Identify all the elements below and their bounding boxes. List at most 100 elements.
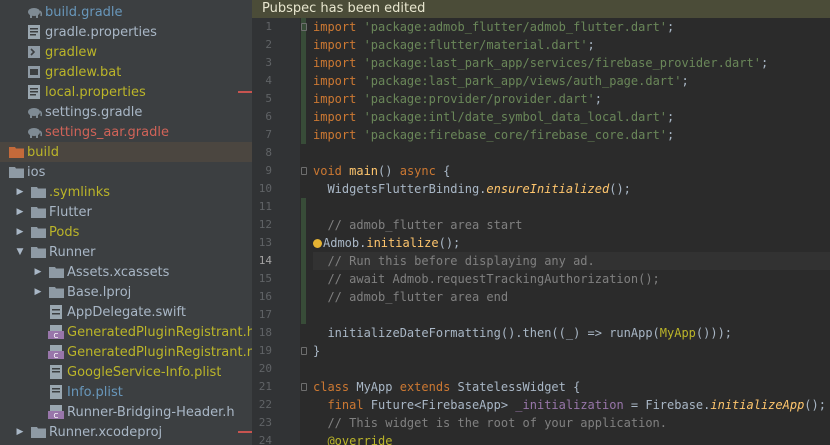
code-token: } [313,344,321,358]
code-line[interactable]: // admob_flutter area start [313,216,830,234]
code-token: async [399,164,444,178]
folder-icon [30,425,46,439]
chevron-right-icon[interactable]: ▶ [32,267,44,277]
line-number: 5 [265,92,272,105]
code-token: @override [313,434,393,445]
fold-marker-icon[interactable] [301,167,307,175]
code-line[interactable]: import 'package:last_park_app/services/f… [313,54,830,72]
line-number: 1 [265,20,272,33]
code-line[interactable]: void main() async { [313,162,830,180]
tree-item-flutter[interactable]: ▶ Flutter [0,202,252,222]
code-line[interactable]: initializeDateFormatting().then((_) => r… [313,324,830,342]
tree-item-label: gradle.properties [45,24,157,40]
code-line[interactable]: import 'package:flutter/material.dart'; [313,36,830,54]
code-line[interactable]: class MyApp extends StatelessWidget { [313,378,830,396]
tree-item-base-lproj[interactable]: ▶ Base.lproj [0,282,252,302]
code-token: 'package:intl/date_symbol_data_local.dar… [363,110,668,124]
tree-item-local-properties[interactable]: local.properties [0,82,252,102]
line-number: 6 [265,110,272,123]
code-token: 'package:last_park_app/views/auth_page.d… [363,74,682,88]
folder-icon [30,185,46,199]
folder-icon [8,165,24,179]
code-line[interactable]: import 'package:admob_flutter/admob_flut… [313,18,830,36]
tree-item-gradlew-bat[interactable]: gradlew.bat [0,62,252,82]
tree-item-build[interactable]: build [0,142,252,162]
tree-item-gradlew[interactable]: gradlew [0,42,252,62]
chevron-right-icon[interactable]: ▶ [32,287,44,297]
code-line[interactable]: // admob_flutter area end [313,288,830,306]
tree-item-generatedpluginregistrant-h[interactable]: C GeneratedPluginRegistrant.h [0,322,252,342]
code-line[interactable] [313,198,830,216]
code-token: // Run this before displaying any ad. [313,254,595,268]
tree-item-label: Runner.xcodeproj [49,424,163,440]
code-token: WidgetsFlutterBinding. [313,182,487,196]
tree-item-runner-xcodeproj[interactable]: ▶ Runner.xcodeproj [0,422,252,442]
code-line[interactable]: final Future<FirebaseApp> _initializatio… [313,396,830,414]
code-line[interactable] [313,144,830,162]
code-line[interactable]: } [313,342,830,360]
code-line[interactable]: // This widget is the root of your appli… [313,414,830,432]
tree-item-build-gradle[interactable]: build.gradle [0,2,252,22]
code-line[interactable]: import 'package:provider/provider.dart'; [313,90,830,108]
lightbulb-icon[interactable] [313,239,322,248]
fold-marker-icon[interactable] [301,383,307,391]
code-line[interactable] [313,360,830,378]
code-token: (); [609,182,631,196]
tree-item-runner-bridging-header-h[interactable]: C Runner-Bridging-Header.h [0,402,252,422]
batch-file-icon [26,65,42,79]
code-line[interactable]: import 'package:intl/date_symbol_data_lo… [313,108,830,126]
code-token: 'package:provider/provider.dart' [363,92,595,106]
code-line[interactable]: WidgetsFlutterBinding.ensureInitialized(… [313,180,830,198]
tree-item-gradle-properties[interactable]: gradle.properties [0,22,252,42]
tree-item-info-plist[interactable]: Info.plist [0,382,252,402]
tree-item-settings-aar-gradle[interactable]: settings_aar.gradle [0,122,252,142]
tree-item-assets-xcassets[interactable]: ▶ Assets.xcassets [0,262,252,282]
code-token: import [313,56,364,70]
chevron-right-icon[interactable]: ▶ [14,227,26,237]
code-token: import [313,38,364,52]
folder-icon [30,225,46,239]
tree-item-label: AppDelegate.swift [67,304,186,320]
code-token: main [349,164,379,178]
code-line[interactable]: import 'package:firebase_core/firebase_c… [313,126,830,144]
chevron-right-icon[interactable]: ▶ [14,187,26,197]
tree-item-settings-gradle[interactable]: settings.gradle [0,102,252,122]
tree-item-appdelegate-swift[interactable]: AppDelegate.swift [0,302,252,322]
code-line[interactable]: import 'package:last_park_app/views/auth… [313,72,830,90]
tree-item-ios[interactable]: ios [0,162,252,182]
tree-item-pods[interactable]: ▶ Pods [0,222,252,242]
code-line[interactable]: // await Admob.requestTrackingAuthorizat… [313,270,830,288]
code-token: final [313,398,371,412]
fold-marker-icon[interactable] [301,347,307,355]
tree-item-symlinks[interactable]: ▶ .symlinks [0,182,252,202]
project-tree-panel[interactable]: build.gradle gradle.properties gradlew grad… [0,0,252,445]
code-line[interactable]: @override [313,432,830,445]
code-editor[interactable]: Pubspec has been edited 1 2 3 4 5 6 7 8 9 10 11 12 1… [252,0,830,445]
tree-item-label: Base.lproj [67,284,132,300]
line-number: 16 [258,290,272,303]
tree-item-runner[interactable]: ▼ Runner [0,242,252,262]
tree-item-generatedpluginregistrant-m[interactable]: C GeneratedPluginRegistrant.m [0,342,252,362]
code-line[interactable]: // Run this before displaying any ad. [313,252,830,270]
chevron-right-icon[interactable]: ▶ [14,207,26,217]
code-token: () [378,164,400,178]
line-number: 8 [265,146,272,159]
tree-item-googleservice-info-plist[interactable]: GoogleService-Info.plist [0,362,252,382]
vcs-change-marker[interactable] [301,198,306,324]
error-marker [238,431,252,433]
code-token: import [313,128,364,142]
c-header-file-icon: C [48,325,64,339]
fold-marker-icon[interactable] [301,23,307,31]
vcs-change-marker[interactable] [301,18,306,144]
chevron-right-icon[interactable]: ▶ [14,427,26,437]
line-number: 11 [258,200,272,213]
code-token: ; [667,20,682,34]
code-line[interactable]: Admob.initialize(); [313,234,830,252]
gradle-elephant-icon [26,105,42,119]
line-number: 22 [258,398,272,411]
code-line[interactable] [313,306,830,324]
code-token: // admob_flutter area end [313,290,509,304]
code-token: Admob. [323,236,367,250]
chevron-down-icon[interactable]: ▼ [14,247,26,257]
code-token: ; [587,38,595,52]
